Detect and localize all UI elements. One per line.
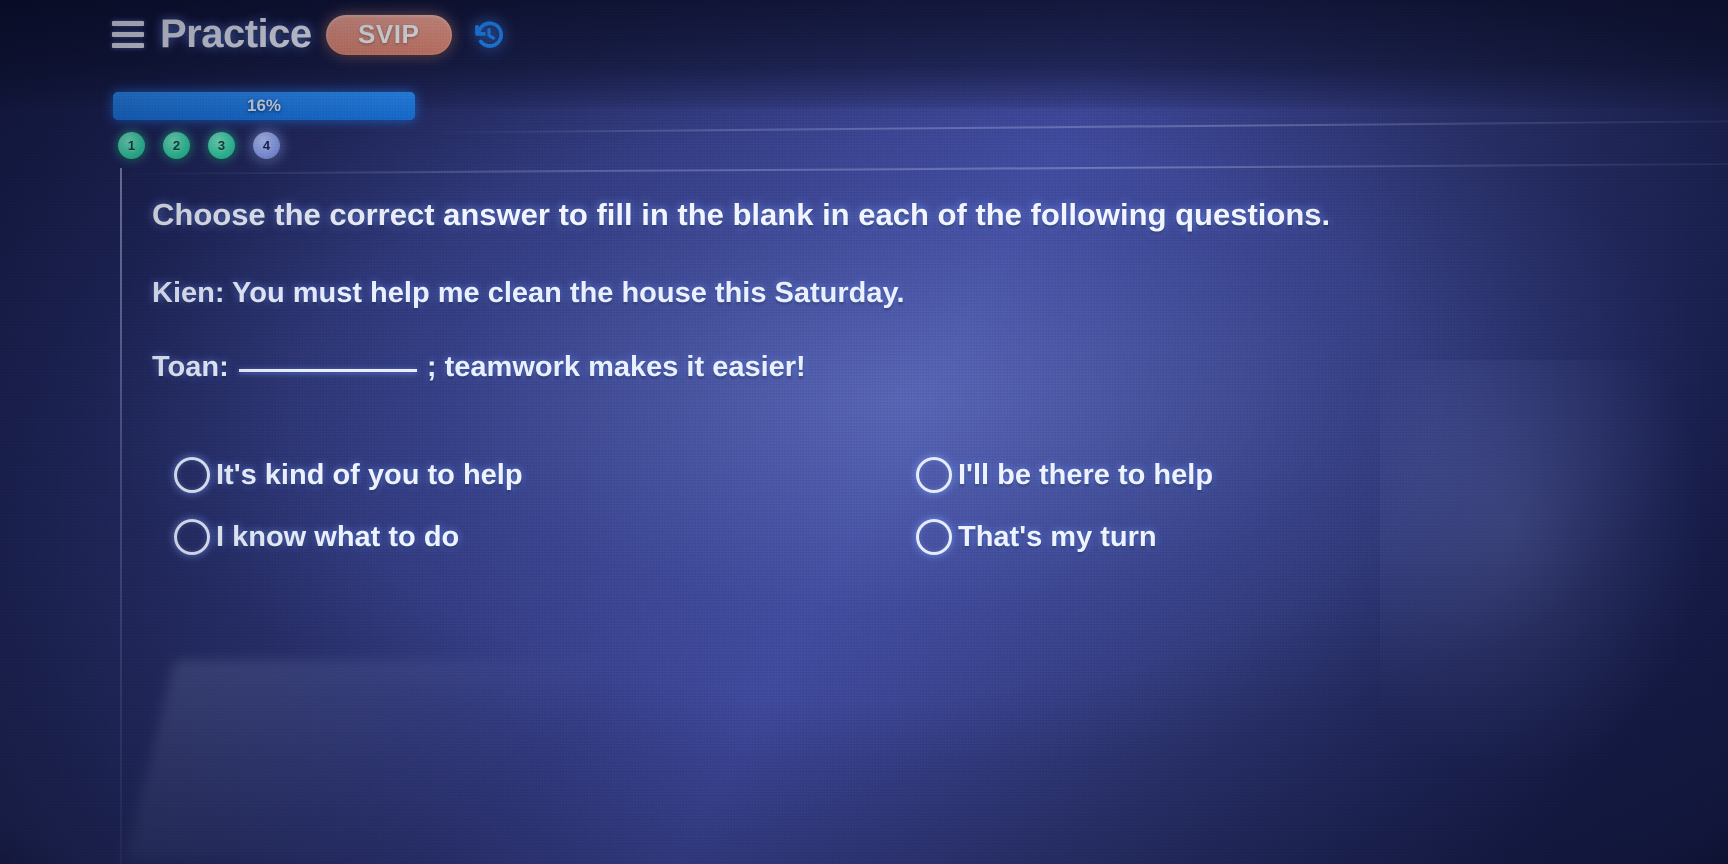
app-header: Practice SVIP <box>112 12 506 57</box>
radio-button-icon[interactable] <box>174 519 210 555</box>
page-title: Practice <box>160 12 312 56</box>
surface-seam-line <box>430 120 1728 134</box>
radio-button-icon[interactable] <box>174 457 210 493</box>
pager-dot-3[interactable]: 3 <box>208 132 235 159</box>
hamburger-bar <box>112 43 144 48</box>
answer-blank[interactable] <box>238 369 417 373</box>
radio-button-icon[interactable] <box>916 519 952 555</box>
answer-option-c[interactable]: I know what to do <box>174 519 916 555</box>
pager-dot-1[interactable]: 1 <box>118 132 145 159</box>
progress-percent-label: 16% <box>246 96 282 115</box>
quiz-screen: Practice SVIP 16% 1 2 3 4 Choose the cor… <box>0 0 1728 864</box>
pager-dot-4[interactable]: 4 <box>253 132 280 159</box>
hamburger-bar <box>112 32 144 37</box>
hamburger-menu-icon[interactable] <box>112 18 146 52</box>
question-instruction: Choose the correct answer to fill in the… <box>152 197 1331 232</box>
answer-option-label: I know what to do <box>216 520 460 553</box>
photo-texture-overlay <box>0 0 1728 864</box>
dialogue-line-kien: Kien: You must help me clean the house t… <box>152 277 905 310</box>
answer-option-d[interactable]: That's my turn <box>916 519 1434 555</box>
photo-vignette <box>0 0 1728 864</box>
question-pager: 1 2 3 4 <box>118 132 280 159</box>
answer-option-label: It's kind of you to help <box>216 458 523 491</box>
dialogue-toan-suffix: ; teamwork makes it easier! <box>426 351 806 384</box>
pager-dot-2[interactable]: 2 <box>163 132 190 159</box>
answer-option-label: I'll be there to help <box>958 458 1214 491</box>
answer-option-label: That's my turn <box>958 520 1157 553</box>
answer-options: It's kind of you to help I'll be there t… <box>174 444 1434 568</box>
answer-option-a[interactable]: It's kind of you to help <box>174 457 916 493</box>
surface-seam-line <box>120 163 1728 175</box>
dialogue-speaker-toan: Toan: <box>152 351 229 384</box>
progress-bar: 16% <box>113 92 415 120</box>
radio-button-icon[interactable] <box>916 457 952 493</box>
refresh-history-icon[interactable] <box>472 18 506 52</box>
answer-option-b[interactable]: I'll be there to help <box>916 457 1434 493</box>
svip-badge[interactable]: SVIP <box>325 14 452 55</box>
photo-glare-lower-left <box>125 660 595 860</box>
question-body: Choose the correct answer to fill in the… <box>152 196 1632 424</box>
content-card-left-edge <box>120 168 122 864</box>
hamburger-bar <box>112 21 144 26</box>
dialogue-line-toan: Toan: ; teamwork makes it easier! <box>152 349 1632 385</box>
